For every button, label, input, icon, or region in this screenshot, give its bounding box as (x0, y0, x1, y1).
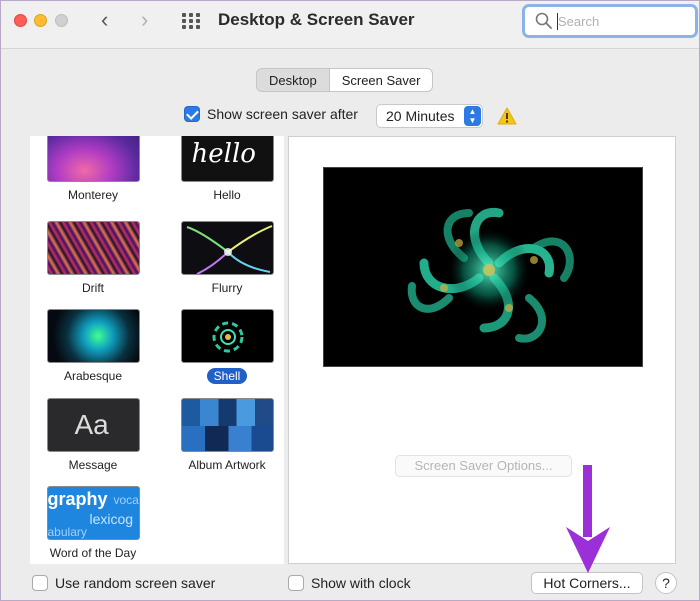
idle-time-select[interactable]: 20 Minutes ▲ ▼ (376, 104, 483, 128)
title-bar: ‹ › Desktop & Screen Saver (1, 1, 699, 49)
forward-chevron-icon[interactable]: › (141, 9, 148, 31)
show-all-grid-icon[interactable] (182, 13, 202, 29)
saver-label: Monterey (67, 188, 119, 202)
show-screen-saver-after-checkbox[interactable] (184, 106, 200, 122)
pane-tab-control: Desktop Screen Saver (256, 68, 434, 92)
hot-corners-button[interactable]: Hot Corners... (531, 572, 643, 594)
drift-thumbnail (46, 221, 140, 275)
album-artwork-thumbnail (180, 398, 274, 452)
shell-thumbnail (180, 309, 274, 363)
show-with-clock-label: Show with clock (311, 575, 411, 591)
monterey-thumbnail (46, 136, 140, 182)
saver-label: Message (68, 458, 118, 472)
thumb-word: abulary (47, 525, 87, 539)
minimize-window-button[interactable] (34, 14, 47, 27)
back-chevron-icon[interactable]: ‹ (101, 9, 108, 31)
preview-pane: Screen Saver Options... (288, 136, 676, 564)
tab-desktop[interactable]: Desktop (257, 69, 329, 91)
search-field[interactable] (522, 4, 698, 38)
system-preferences-window: ‹ › Desktop & Screen Saver Desktop Scree… (0, 0, 700, 601)
show-screen-saver-after-row: Show screen saver after (184, 106, 358, 122)
random-screen-saver-checkbox[interactable] (32, 575, 48, 591)
message-thumbnail: Aa (46, 398, 140, 452)
screen-saver-preview (323, 167, 643, 367)
saver-arabesque[interactable]: Arabesque (38, 309, 148, 385)
saver-shell[interactable]: Shell (172, 309, 282, 385)
search-icon (535, 12, 552, 29)
screen-saver-options-button[interactable]: Screen Saver Options... (395, 455, 572, 477)
tab-screen-saver[interactable]: Screen Saver (328, 69, 433, 91)
arabesque-thumbnail (46, 309, 140, 363)
saver-message[interactable]: Aa Message (38, 398, 148, 474)
updown-chevron-icon: ▲ ▼ (464, 106, 481, 126)
idle-time-value: 20 Minutes (386, 108, 455, 124)
saver-monterey[interactable]: Monterey (38, 136, 148, 204)
saver-word-of-the-day[interactable]: graphy voca lexicog abulary Word of the … (38, 486, 148, 562)
hello-thumbnail: hello (180, 136, 274, 182)
saver-label: Album Artwork (188, 458, 266, 472)
saver-album-artwork[interactable]: Album Artwork (172, 398, 282, 474)
flurry-thumbnail (180, 221, 274, 275)
thumb-word: graphy (47, 489, 108, 509)
thumb-word: voca (113, 493, 139, 507)
search-input[interactable] (558, 11, 688, 31)
show-screen-saver-after-label: Show screen saver after (207, 106, 358, 122)
hello-thumbnail-text: hello (191, 139, 256, 169)
shell-preview-graphic (407, 208, 574, 343)
saver-label: Arabesque (63, 369, 123, 383)
show-with-clock-checkbox[interactable] (288, 575, 304, 591)
show-with-clock-row: Show with clock (288, 575, 411, 591)
window-title: Desktop & Screen Saver (218, 10, 415, 29)
saver-label: Word of the Day (49, 546, 137, 560)
warning-icon[interactable] (497, 107, 517, 125)
saver-label: Hello (213, 188, 241, 202)
saver-label: Flurry (211, 281, 243, 295)
zoom-window-button[interactable] (55, 14, 68, 27)
saver-label-selected: Shell (206, 368, 248, 384)
saver-label: Drift (82, 281, 104, 295)
saver-drift[interactable]: Drift (38, 221, 148, 297)
thumb-word: lexicog (89, 511, 134, 527)
word-of-the-day-thumbnail: graphy voca lexicog abulary (46, 486, 140, 540)
screen-saver-list[interactable]: Monterey hello Hello Drift Flurry Arabes… (30, 136, 284, 564)
close-window-button[interactable] (14, 14, 27, 27)
random-screen-saver-row: Use random screen saver (32, 575, 215, 591)
message-thumbnail-text: Aa (74, 409, 109, 440)
saver-hello[interactable]: hello Hello (172, 136, 282, 204)
saver-flurry[interactable]: Flurry (172, 221, 282, 297)
help-button[interactable]: ? (655, 572, 677, 594)
random-screen-saver-label: Use random screen saver (55, 575, 216, 591)
